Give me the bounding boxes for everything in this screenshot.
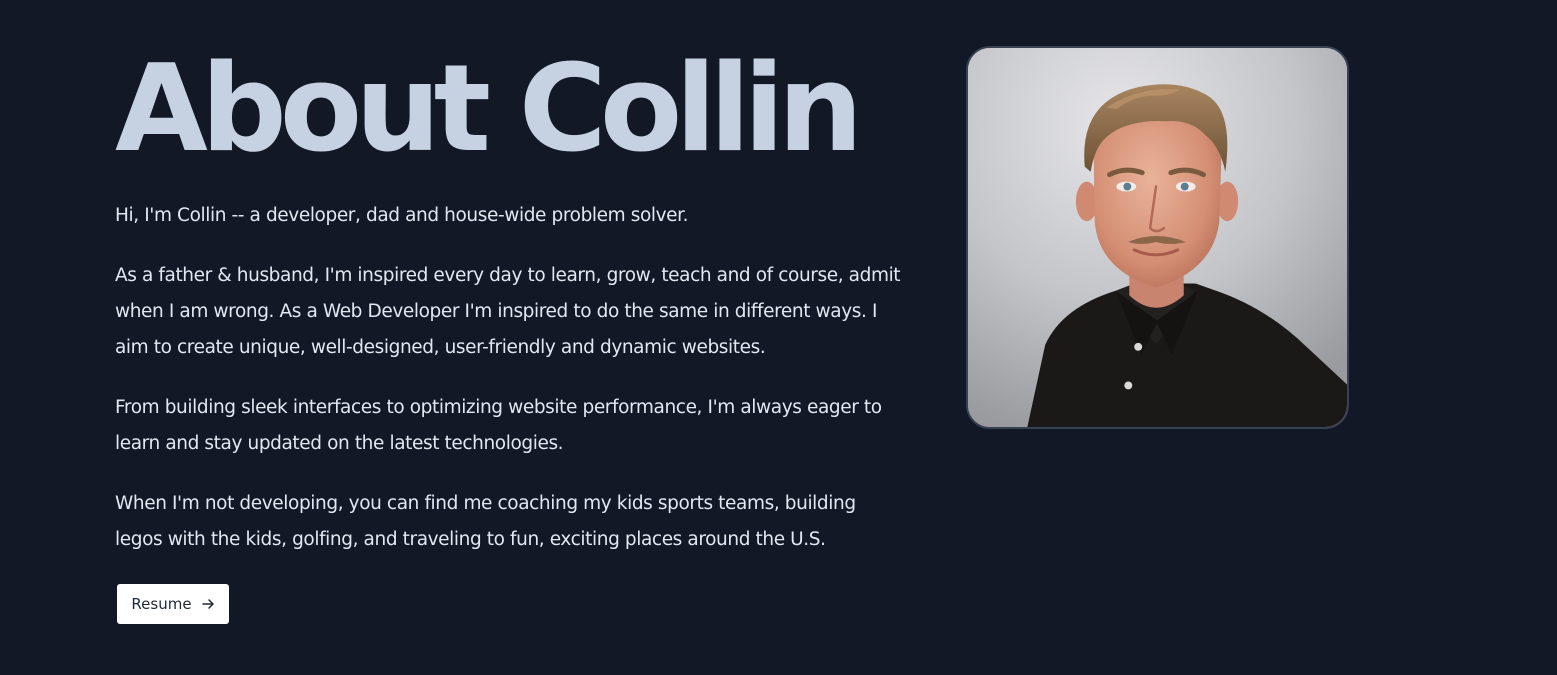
about-content: About Collin Hi, I'm Collin -- a develop…	[115, 40, 905, 558]
bio-paragraph-family: As a father & husband, I'm inspired ever…	[115, 265, 901, 358]
bio-paragraph-hobbies: When I'm not developing, you can find me…	[115, 493, 856, 550]
resume-button-label: Resume	[131, 595, 192, 613]
page-title: About Collin	[115, 40, 863, 179]
arrow-right-icon	[201, 597, 215, 611]
bio-paragraph-skills: From building sleek interfaces to optimi…	[115, 397, 882, 454]
profile-photo	[966, 46, 1349, 429]
about-section: About Collin Hi, I'm Collin -- a develop…	[0, 0, 1557, 675]
portrait-photo	[968, 48, 1347, 427]
resume-button[interactable]: Resume	[117, 584, 229, 624]
bio-paragraph-intro: Hi, I'm Collin -- a developer, dad and h…	[115, 205, 689, 226]
